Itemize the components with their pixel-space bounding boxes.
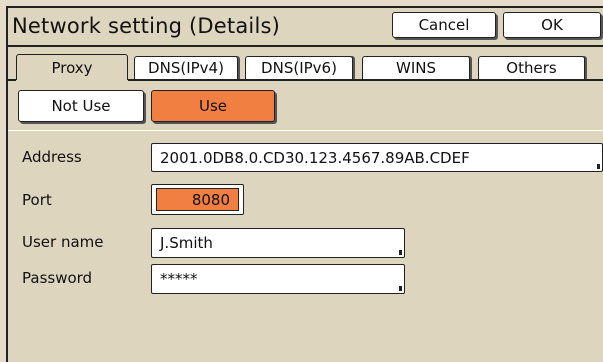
tab-wins[interactable]: WINS <box>362 56 470 79</box>
tab-proxy[interactable]: Proxy <box>16 54 128 80</box>
title-divider <box>8 45 603 47</box>
password-value: ***** <box>160 270 198 288</box>
field-corner-marker <box>597 164 600 169</box>
tab-others[interactable]: Others <box>478 56 585 79</box>
port-value: 8080 <box>156 188 239 211</box>
ok-button[interactable]: OK <box>503 12 601 38</box>
field-corner-marker <box>399 286 402 291</box>
password-label: Password <box>22 269 93 287</box>
tab-dns-ipv4[interactable]: DNS(IPv4) <box>134 56 238 79</box>
user-name-field[interactable]: J.Smith <box>151 228 405 258</box>
not-use-button[interactable]: Not Use <box>18 90 144 122</box>
cancel-button[interactable]: Cancel <box>392 12 496 38</box>
user-name-value: J.Smith <box>160 234 213 252</box>
window-title: Network setting (Details) <box>12 14 281 38</box>
tab-dns-ipv6[interactable]: DNS(IPv6) <box>245 56 353 79</box>
port-label: Port <box>22 191 52 209</box>
address-label: Address <box>22 148 82 166</box>
address-value: 2001.0DB8.0.CD30.123.4567.89AB.CDEF <box>160 148 470 167</box>
section-divider <box>8 130 603 131</box>
port-field[interactable]: 8080 <box>151 184 244 215</box>
tab-baseline <box>128 79 603 81</box>
address-field[interactable]: 2001.0DB8.0.CD30.123.4567.89AB.CDEF <box>151 143 603 172</box>
field-corner-marker <box>399 250 402 255</box>
password-field[interactable]: ***** <box>151 264 405 294</box>
use-button[interactable]: Use <box>151 90 275 122</box>
tab-baseline-left <box>8 79 16 81</box>
user-name-label: User name <box>22 233 104 251</box>
